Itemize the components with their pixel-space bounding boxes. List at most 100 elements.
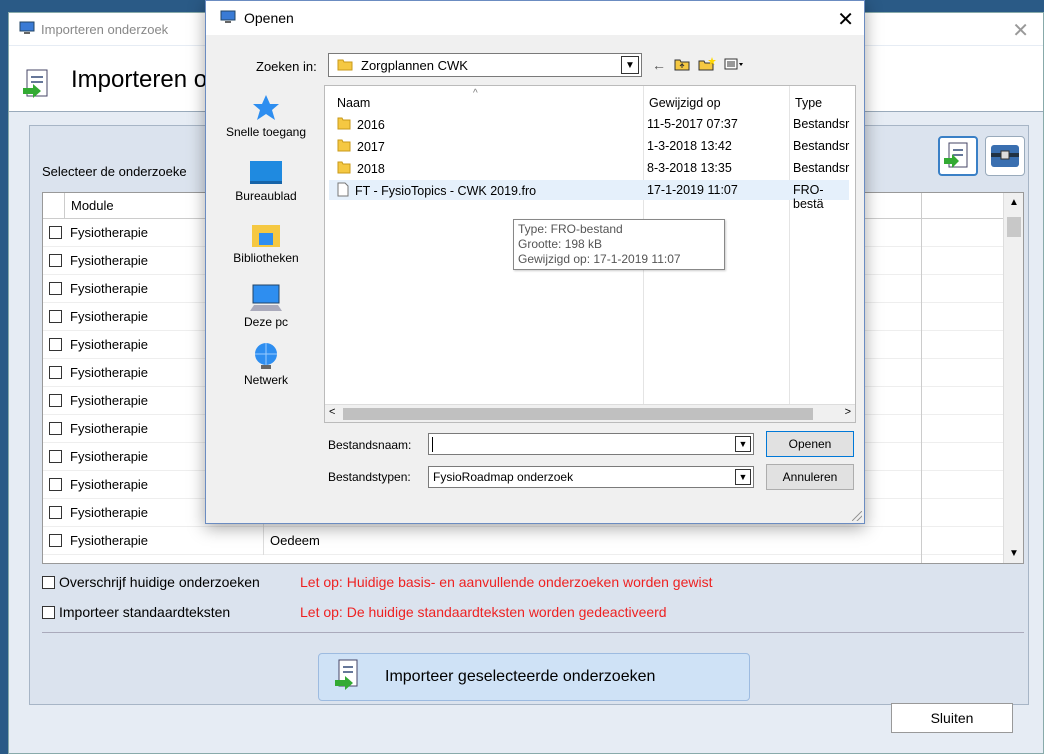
back-arrow-icon[interactable]: ←	[652, 57, 666, 74]
tooltip-size: Grootte: 198 kB	[518, 237, 603, 251]
file-row[interactable]: FT - FysioTopics - CWK 2019.fro 17-1-2019…	[329, 180, 849, 211]
row-checkbox[interactable]	[49, 310, 62, 323]
scroll-down-icon[interactable]: ▼	[1009, 548, 1019, 559]
row-checkbox[interactable]	[49, 366, 62, 379]
folder-icon	[337, 116, 351, 133]
open-dialog: Openen ✕ Zoeken in: Zorgplannen CWK ▼ ← …	[205, 0, 865, 524]
scroll-thumb[interactable]	[343, 408, 813, 420]
filename-label: Bestandsnaam:	[328, 438, 412, 452]
overwrite-option[interactable]: Overschrijf huidige onderzoeken	[42, 574, 260, 590]
star-icon	[253, 95, 279, 120]
grid-scrollbar[interactable]: ▲ ▼	[1003, 193, 1023, 563]
import-std-checkbox[interactable]	[42, 605, 55, 619]
place-label: Deze pc	[243, 315, 289, 329]
app-icon	[19, 21, 35, 38]
row-checkbox[interactable]	[49, 422, 62, 435]
file-type: FRO-bestä	[793, 183, 824, 211]
view-menu-icon[interactable]	[724, 57, 746, 74]
row-checkbox[interactable]	[49, 338, 62, 351]
chevron-down-icon[interactable]: ▼	[621, 56, 639, 74]
scroll-right-icon[interactable]: >	[845, 406, 851, 418]
overwrite-label[interactable]: Overschrijf huidige onderzoeken	[59, 574, 260, 590]
open-button[interactable]: Openen	[766, 431, 854, 457]
resize-grip-icon[interactable]	[852, 511, 862, 521]
up-folder-icon[interactable]	[674, 57, 690, 74]
scroll-left-icon[interactable]: <	[329, 406, 335, 418]
file-list-header: Naam ^ Gewijzigd op Type	[325, 88, 855, 112]
import-std-label[interactable]: Importeer standaardteksten	[59, 604, 230, 620]
place-quick-access[interactable]: Snelle toegang	[216, 93, 316, 139]
file-row[interactable]: 2017 1-3-2018 13:42 Bestandsr	[329, 136, 849, 156]
row-module: Fysiotherapie	[70, 526, 264, 555]
horizontal-scrollbar[interactable]: < >	[325, 404, 855, 422]
file-name-cell: 2017	[337, 138, 385, 155]
computer-icon	[250, 284, 282, 311]
column-modified[interactable]: Gewijzigd op	[649, 96, 721, 110]
import-document-icon	[333, 658, 363, 697]
import-std-option[interactable]: Importeer standaardteksten	[42, 604, 230, 620]
file-type: Bestandsr	[793, 161, 850, 175]
database-icon	[991, 145, 1019, 167]
place-desktop[interactable]: Bureaublad	[216, 159, 316, 203]
file-modified: 11-5-2017 07:37	[647, 117, 738, 131]
file-name: FT - FysioTopics - CWK 2019.fro	[355, 184, 537, 198]
row-checkbox[interactable]	[49, 254, 62, 267]
row-checkbox[interactable]	[49, 450, 62, 463]
tooltip-modified: Gewijzigd op: 17-1-2019 11:07	[518, 252, 681, 266]
overwrite-checkbox[interactable]	[42, 575, 55, 589]
row-checkbox[interactable]	[49, 394, 62, 407]
row-checkbox[interactable]	[49, 506, 62, 519]
place-network[interactable]: Netwerk	[216, 341, 316, 387]
row-checkbox[interactable]	[49, 282, 62, 295]
column-type[interactable]: Type	[795, 96, 822, 110]
file-type: Bestandsr	[793, 139, 850, 153]
import-selected-button[interactable]: Importeer geselecteerde onderzoeken	[318, 653, 750, 701]
place-label: Snelle toegang	[225, 125, 307, 139]
tooltip-type: Type: FRO-bestand	[518, 222, 623, 236]
file-name-cell: 2018	[337, 160, 385, 177]
file-name: 2018	[357, 161, 385, 176]
database-button[interactable]	[985, 136, 1025, 176]
place-this-pc[interactable]: Deze pc	[216, 283, 316, 329]
folder-icon	[337, 57, 353, 74]
close-icon[interactable]: ✕	[1012, 18, 1029, 43]
nav-toolbar: ←	[652, 57, 746, 74]
import-std-warning: Let op: De huidige standaardteksten word…	[300, 604, 667, 620]
row-checkbox[interactable]	[49, 534, 62, 547]
place-label: Bureaublad	[235, 189, 297, 203]
row-checkbox[interactable]	[49, 478, 62, 491]
file-row[interactable]: 2018 8-3-2018 13:35 Bestandsr	[329, 158, 849, 178]
chevron-down-icon[interactable]: ▼	[735, 436, 751, 452]
folder-icon	[337, 138, 351, 155]
row-checkbox[interactable]	[49, 226, 62, 239]
filename-input[interactable]: ▼	[428, 433, 754, 455]
filetype-value: FysioRoadmap onderzoek	[433, 470, 574, 484]
look-in-select[interactable]: Zorgplannen CWK ▼	[328, 53, 642, 77]
import-window-title: Importeren onderzoek	[41, 21, 169, 37]
chevron-down-icon[interactable]: ▼	[735, 469, 751, 485]
file-row[interactable]: 2016 11-5-2017 07:37 Bestandsr	[329, 114, 849, 134]
import-file-button[interactable]	[938, 136, 978, 176]
close-button[interactable]: Sluiten	[891, 703, 1013, 733]
filetype-select[interactable]: FysioRoadmap onderzoek ▼	[428, 466, 754, 488]
scroll-up-icon[interactable]: ▲	[1009, 197, 1019, 208]
cancel-button[interactable]: Annuleren	[766, 464, 854, 490]
import-file-icon	[944, 142, 968, 168]
file-modified: 8-3-2018 13:35	[647, 161, 732, 175]
sort-up-icon: ^	[473, 88, 478, 99]
places-bar: Snelle toegang Bureaublad Bibliotheken D…	[216, 89, 322, 419]
column-name[interactable]: Naam	[337, 96, 370, 110]
scroll-thumb[interactable]	[1007, 217, 1021, 237]
place-libraries[interactable]: Bibliotheken	[216, 219, 316, 265]
file-name: 2017	[357, 139, 385, 154]
app-icon	[220, 10, 236, 27]
open-dialog-title: Openen	[244, 10, 294, 26]
row-name: Oedeem	[270, 533, 320, 548]
import-document-icon	[23, 68, 53, 103]
file-name-cell: FT - FysioTopics - CWK 2019.fro	[337, 182, 536, 200]
folder-icon	[337, 160, 351, 177]
table-row[interactable]: Fysiotherapie Oedeem	[43, 526, 1023, 555]
close-icon[interactable]: ✕	[837, 7, 854, 32]
file-modified: 17-1-2019 11:07	[647, 183, 738, 197]
new-folder-icon[interactable]	[698, 57, 716, 74]
